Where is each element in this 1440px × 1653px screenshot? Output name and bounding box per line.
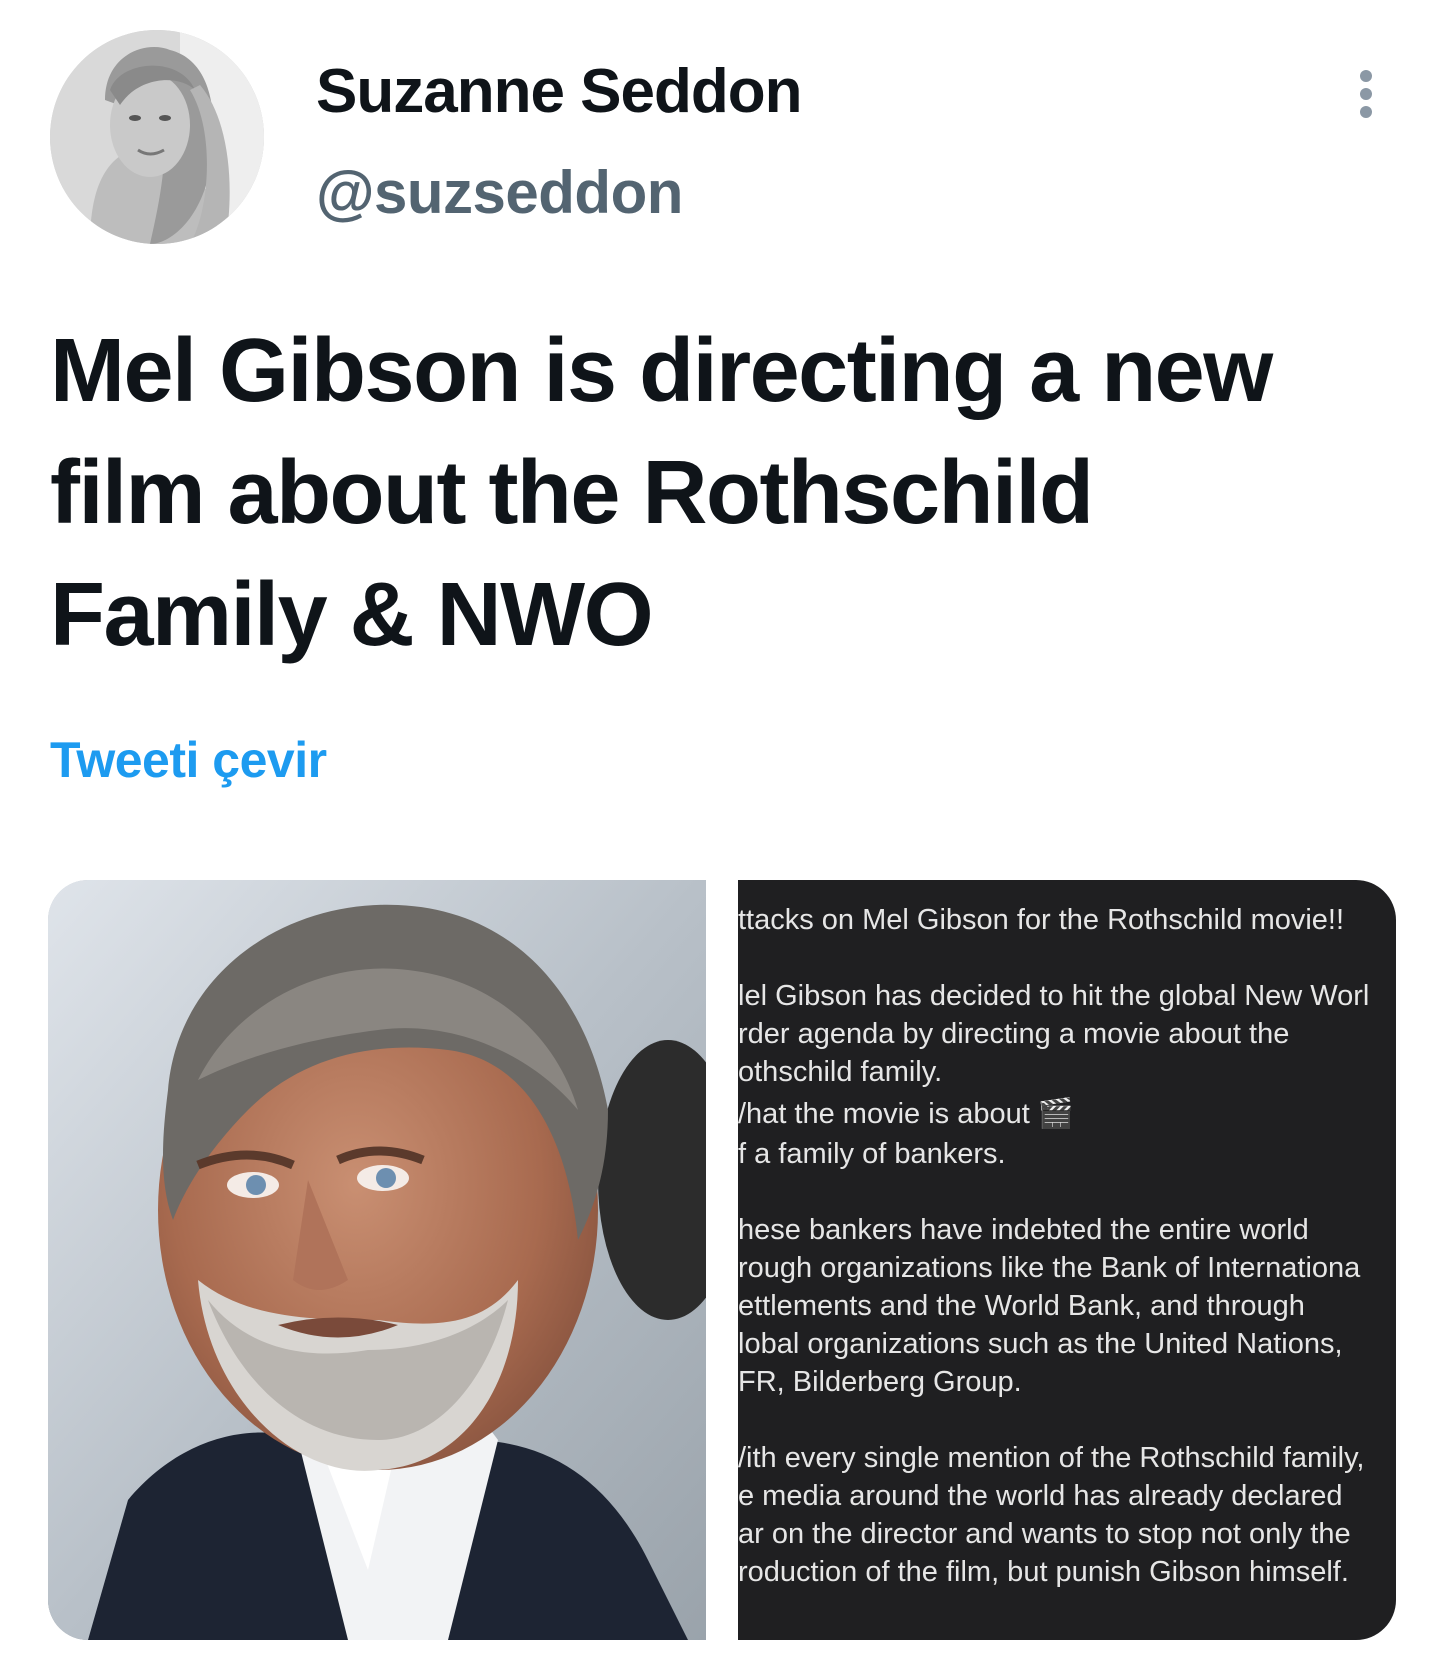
avatar[interactable] <box>50 30 264 244</box>
user-handle[interactable]: @suzseddon <box>316 158 683 228</box>
screenshot-line: lel Gibson has decided to hit the global… <box>738 980 1370 1012</box>
tweet: Suzanne Seddon @suzseddon Mel Gibson is … <box>0 0 1440 1653</box>
display-name[interactable]: Suzanne Seddon <box>316 56 802 128</box>
media-screenshot[interactable]: ttacks on Mel Gibson for the Rothschild … <box>738 880 1396 1640</box>
screenshot-line: rough organizations like the Bank of Int… <box>738 1252 1361 1284</box>
screenshot-line: FR, Bilderberg Group. <box>738 1366 1022 1398</box>
more-dot <box>1360 88 1372 100</box>
more-dot <box>1360 106 1372 118</box>
screenshot-line: othschild family. <box>738 1056 943 1088</box>
translate-tweet-link[interactable]: Tweeti çevir <box>50 730 327 790</box>
more-vertical-icon <box>1360 70 1372 82</box>
screenshot-line: /hat the movie is about 🎬 <box>738 1098 1074 1130</box>
screenshot-line: f a family of bankers. <box>738 1138 1006 1170</box>
media-photo[interactable] <box>48 880 706 1640</box>
screenshot-line: ettlements and the World Bank, and throu… <box>738 1290 1305 1322</box>
screenshot-line: hese bankers have indebted the entire wo… <box>738 1214 1309 1246</box>
more-button[interactable] <box>1340 62 1392 126</box>
screenshot-line: lobal organizations such as the United N… <box>738 1328 1343 1360</box>
screenshot-line: roduction of the film, but punish Gibson… <box>738 1556 1349 1588</box>
screenshot-line: e media around the world has already dec… <box>738 1480 1343 1512</box>
profile-photo <box>50 30 264 244</box>
man-portrait-photo <box>48 880 706 1640</box>
screenshot-line: ttacks on Mel Gibson for the Rothschild … <box>738 904 1345 936</box>
screenshot-line: /ith every single mention of the Rothsch… <box>738 1442 1365 1474</box>
screenshot-line: rder agenda by directing a movie about t… <box>738 1018 1290 1050</box>
screenshot-line: ar on the director and wants to stop not… <box>738 1518 1351 1550</box>
tweet-text: Mel Gibson is directing a new film about… <box>50 321 1273 665</box>
media-grid: ttacks on Mel Gibson for the Rothschild … <box>48 880 1396 1640</box>
